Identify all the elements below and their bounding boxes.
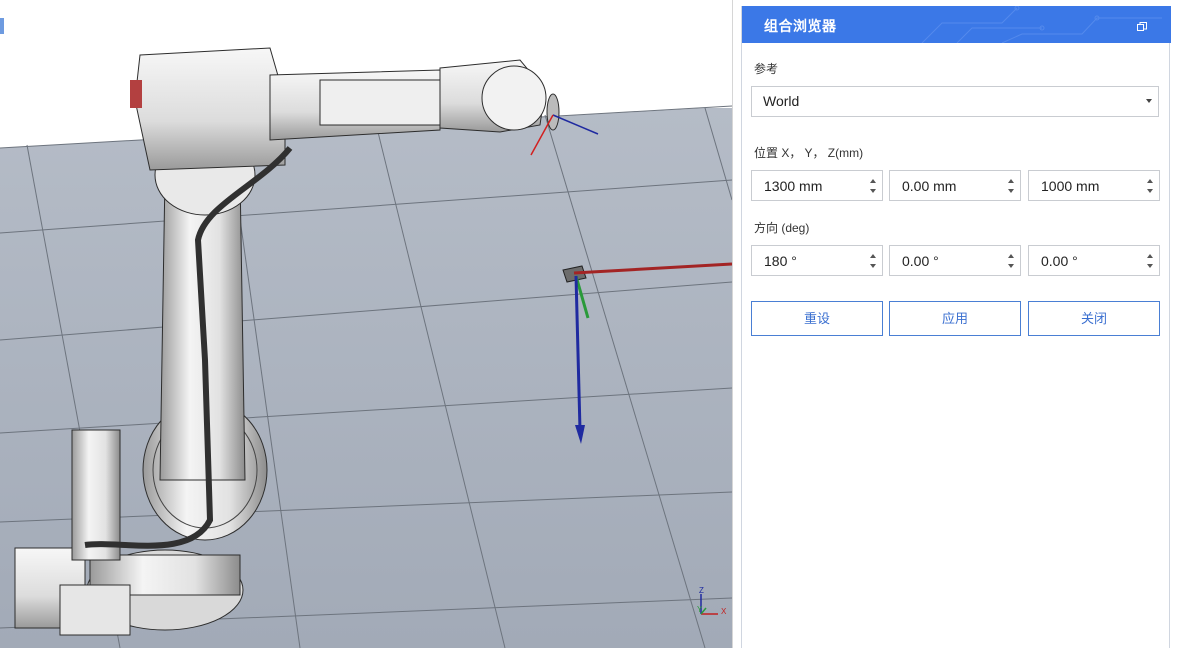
viewport-divider bbox=[732, 0, 733, 648]
panel-header: 组合浏览器 bbox=[742, 6, 1171, 43]
spin-down-icon[interactable] bbox=[869, 187, 877, 195]
reference-value: World bbox=[763, 93, 800, 109]
orientation-x-spinbox[interactable] bbox=[751, 245, 883, 276]
spin-down-icon[interactable] bbox=[1146, 262, 1154, 270]
chevron-down-icon bbox=[1146, 99, 1152, 103]
spin-down-icon[interactable] bbox=[1007, 262, 1015, 270]
axis-label-x: X bbox=[721, 607, 727, 616]
assembly-browser-panel: 组合浏览器 参考 World 位置 X， Y， Z(mm) 1300 mm 0.… bbox=[741, 6, 1171, 648]
position-z-spinbox[interactable] bbox=[1028, 170, 1160, 201]
reset-button[interactable]: 重设 bbox=[751, 301, 883, 336]
position-z-input[interactable] bbox=[1029, 171, 1141, 200]
scene-canvas[interactable]: Z Y X bbox=[0, 0, 732, 648]
orientation-y-spinbox[interactable] bbox=[889, 245, 1021, 276]
viewport-marker bbox=[0, 18, 4, 34]
spin-down-icon[interactable] bbox=[1007, 187, 1015, 195]
orientation-y-input[interactable] bbox=[890, 246, 1002, 275]
axis-label-z: Z bbox=[699, 586, 704, 595]
position-x-input[interactable] bbox=[752, 171, 864, 200]
apply-button[interactable]: 应用 bbox=[889, 301, 1021, 336]
reference-select[interactable]: World bbox=[751, 86, 1159, 117]
position-y-input[interactable] bbox=[890, 171, 1002, 200]
orientation-z-input[interactable] bbox=[1029, 246, 1141, 275]
restore-window-icon[interactable] bbox=[1137, 19, 1149, 31]
spin-down-icon[interactable] bbox=[1146, 187, 1154, 195]
orientation-x-input[interactable] bbox=[752, 246, 864, 275]
spin-up-icon[interactable] bbox=[869, 252, 877, 260]
spin-up-icon[interactable] bbox=[1007, 252, 1015, 260]
position-y-spinbox[interactable] bbox=[889, 170, 1021, 201]
close-button[interactable]: 关闭 bbox=[1028, 301, 1160, 336]
position-label: 位置 X， Y， Z(mm) bbox=[754, 146, 864, 160]
position-x-spinbox[interactable] bbox=[751, 170, 883, 201]
panel-title: 组合浏览器 bbox=[764, 18, 837, 34]
spin-down-icon[interactable] bbox=[869, 262, 877, 270]
spin-up-icon[interactable] bbox=[869, 177, 877, 185]
reference-label: 参考 bbox=[754, 62, 779, 76]
orientation-label: 方向 (deg) bbox=[754, 221, 810, 235]
spin-up-icon[interactable] bbox=[1146, 177, 1154, 185]
spin-up-icon[interactable] bbox=[1007, 177, 1015, 185]
spin-up-icon[interactable] bbox=[1146, 252, 1154, 260]
axis-label-y: Y bbox=[697, 605, 703, 614]
3d-viewport[interactable]: Z Y X bbox=[0, 0, 732, 648]
orientation-z-spinbox[interactable] bbox=[1028, 245, 1160, 276]
